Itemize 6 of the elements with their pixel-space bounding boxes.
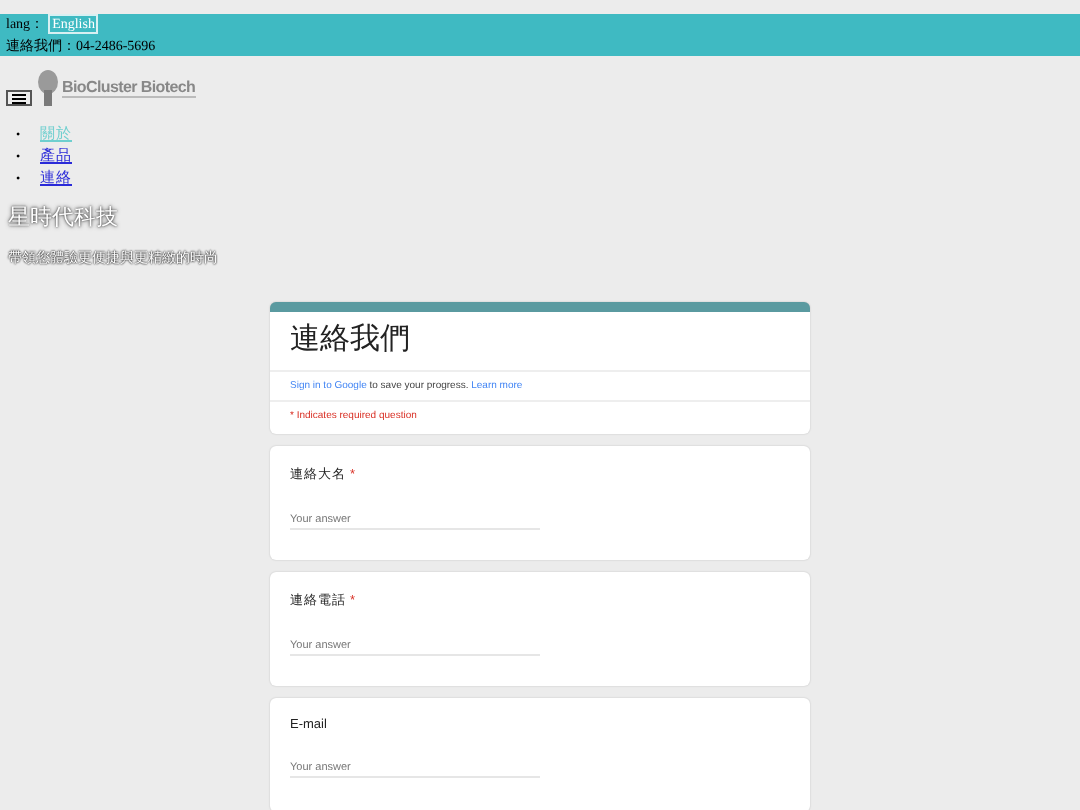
form-title: 連絡我們 (290, 322, 410, 356)
menu-icon (12, 93, 26, 103)
logo-icon (38, 70, 58, 106)
logo-text[interactable]: BioCluster Biotech (62, 78, 196, 98)
menu-button[interactable] (6, 90, 32, 106)
hero-title: 星時代科技 (8, 203, 118, 232)
